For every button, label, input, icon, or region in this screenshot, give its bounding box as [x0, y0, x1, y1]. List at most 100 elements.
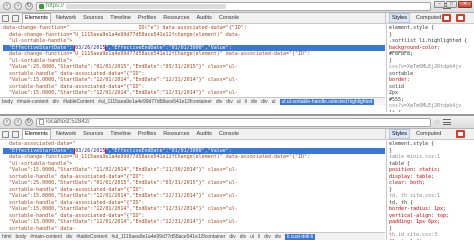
highlighted-start-date: 03/26/2015	[74, 147, 107, 154]
tab-audits[interactable]: Audits	[195, 131, 214, 137]
breadcrumb-item[interactable]: div	[66, 234, 72, 240]
tab-resources[interactable]: Resources	[161, 15, 191, 21]
breadcrumb-item[interactable]: #main-content	[17, 99, 49, 105]
reload-button[interactable]: ↻	[25, 118, 33, 126]
breadcrumb-item[interactable]: body	[2, 99, 13, 105]
breadcrumb-item[interactable]: div	[275, 234, 281, 240]
top-browser-window: ‹ › ↻ https:// ☆ – □ ✕ ElementsNetworkSo…	[0, 0, 474, 112]
highlighted-start-date: 03/26/2015	[74, 44, 107, 51]
side-tab-styles[interactable]: Styles	[389, 13, 410, 23]
tab-profiles[interactable]: Profiles	[136, 15, 158, 21]
tab-timeline[interactable]: Timeline	[108, 15, 133, 21]
breadcrumb-item[interactable]: div	[240, 234, 246, 240]
breadcrumb-item[interactable]: #tableContent	[76, 234, 107, 240]
bottom-breadcrumb: html body #main-content div #tableContent #ul…	[0, 232, 385, 240]
inspect-element-icon[interactable]	[2, 130, 9, 138]
back-button[interactable]: ‹	[3, 118, 11, 126]
bottom-browser-window: ‹ › ↻ localhost:52842/ ☆ Elements Network…	[0, 114, 474, 240]
tab-console[interactable]: Console	[217, 15, 241, 21]
reload-button[interactable]: ↻	[25, 2, 33, 10]
side-tab-computed[interactable]: Computed	[414, 15, 443, 21]
bottom-url-field[interactable]: localhost:52842/	[36, 117, 431, 127]
code-text: sortable-handle" data-associated-data="{…	[3, 199, 145, 206]
code-text: "EffectiveStartDate":"	[3, 44, 76, 51]
breadcrumb-item[interactable]: div	[226, 99, 232, 105]
code-text: "EffectiveStartDate":"	[3, 147, 76, 154]
tab-network[interactable]: Network	[54, 131, 78, 137]
tab-elements[interactable]: Elements	[22, 13, 51, 23]
forward-button[interactable]: ›	[14, 118, 22, 126]
maximize-button[interactable]: □	[446, 1, 457, 8]
code-text: "Value":15.0000,"StartDate":"12/01/2014"…	[3, 77, 238, 83]
tab-sources[interactable]: Sources	[81, 15, 105, 21]
tab-elements[interactable]: Elements	[22, 129, 51, 139]
close-button[interactable]: ✕	[458, 1, 472, 8]
code-text: data-associated-data="	[3, 141, 76, 147]
breadcrumb-item[interactable]: #main-content	[30, 234, 62, 240]
style-rule-line: li {	[389, 110, 474, 113]
code-text: "Value":15.0000,"StartDate":"12/01/2014"…	[3, 90, 238, 96]
breadcrumb-item[interactable]: div	[229, 234, 235, 240]
breadcrumb-item[interactable]: #tableContent	[63, 99, 94, 105]
tab-profiles[interactable]: Profiles	[136, 131, 158, 137]
top-elements-tree[interactable]: data-change-function="__________________…	[0, 25, 385, 97]
breadcrumb-item[interactable]: #ul_1115aea9e1a4e99d77d58ace541e12fconta…	[112, 234, 226, 240]
tab-resources[interactable]: Resources	[161, 131, 191, 137]
tab-timeline[interactable]: Timeline	[108, 131, 133, 137]
side-tab-styles[interactable]: Styles	[389, 129, 410, 139]
code-text: sortable-handle" data-associated-data="{…	[3, 83, 145, 90]
top-breadcrumb: body #main-content div #tableContent #ul_111…	[0, 97, 385, 105]
breadcrumb-item[interactable]: body	[15, 234, 26, 240]
breadcrumb-item[interactable]: div	[264, 234, 270, 240]
top-address-bar-row: ‹ › ↻ https:// ☆	[0, 0, 474, 13]
code-text: ","EffectiveEndDate":"01/01/3000","Value…	[105, 44, 232, 51]
code-text: ","EffectiveEndDate":"01/01/3000","Value…	[105, 147, 232, 154]
chrome-menu-icon[interactable]	[443, 118, 452, 126]
top-styles-pane: element.style {} .sortlist li.highlighted…	[386, 25, 474, 112]
breadcrumb-item[interactable]: ul	[237, 99, 241, 105]
code-text: sortable-handle" data-associated-data="{…	[3, 186, 145, 193]
code-text: sortable-handle" data-	[3, 225, 76, 232]
breadcrumb-item[interactable]: div	[216, 99, 222, 105]
code-text: "Value":15.0000,"StartDate":"12/01/2014"…	[3, 193, 238, 199]
back-button[interactable]: ‹	[3, 2, 11, 10]
code-text: "Value":15.0000,"StartDate":"12/01/2014"…	[3, 206, 238, 212]
code-text: sortable-handle" data-associated-data="{…	[3, 212, 145, 219]
breadcrumb-item[interactable]: html	[2, 234, 11, 240]
code-text: "ul-sortable-handle">	[3, 160, 73, 167]
top-url-scheme: https://	[46, 3, 65, 9]
tab-sources[interactable]: Sources	[81, 131, 105, 137]
inspect-element-icon[interactable]	[2, 14, 9, 22]
top-close-devtools-icon[interactable]	[442, 14, 451, 22]
breadcrumb-active[interactable]: ul.ul-sortable-handle.selected.highlight…	[279, 98, 375, 105]
code-text: "Value":15.0000,"StartDate":"12/01/2014"…	[3, 219, 238, 225]
top-dock-icon[interactable]	[456, 14, 465, 22]
breadcrumb-active[interactable]: li.cust-drill-li	[285, 233, 316, 240]
bottom-close-devtools-icon[interactable]	[456, 130, 465, 138]
bottom-elements-tree[interactable]: data-associated-data=" "EffectiveStartDa…	[0, 141, 385, 233]
side-tab-computed[interactable]: Computed	[414, 131, 443, 137]
breadcrumb-item[interactable]: ul	[250, 234, 254, 240]
tab-network[interactable]: Network	[54, 15, 78, 21]
breadcrumb-item[interactable]: #ul_1115aea9e1a4e99d77d58ace541e12fconta…	[98, 99, 212, 105]
breadcrumb-item[interactable]: li	[245, 99, 247, 105]
code-text: "ul-sortable-handle">	[3, 57, 73, 64]
code-text: "Value":15.0000,"StartDate":"11/01/2014"…	[3, 167, 238, 173]
top-window-controls: – □ ✕	[434, 1, 472, 8]
top-devtools-toolbar: Elements Network Sources Timeline Profiles Re…	[0, 12, 474, 24]
code-text: data-change-function="__________________…	[3, 25, 247, 31]
device-mode-icon[interactable]	[12, 14, 19, 22]
forward-button[interactable]: ›	[14, 2, 22, 10]
breadcrumb-item[interactable]: ul	[272, 99, 276, 105]
bottom-address-bar-row: ‹ › ↻ localhost:52842/ ☆	[0, 116, 474, 129]
breadcrumb-item[interactable]: div	[251, 99, 257, 105]
top-url-field[interactable]: https://	[36, 1, 431, 11]
minimize-button[interactable]: –	[434, 1, 445, 8]
device-mode-icon[interactable]	[12, 130, 19, 138]
tab-audits[interactable]: Audits	[195, 15, 214, 21]
breadcrumb-item[interactable]: div	[53, 99, 59, 105]
breadcrumb-item[interactable]: div	[261, 99, 267, 105]
breadcrumb-item[interactable]: li	[258, 234, 260, 240]
tab-console[interactable]: Console	[217, 131, 241, 137]
bookmark-star-icon[interactable]: ☆	[434, 118, 440, 126]
